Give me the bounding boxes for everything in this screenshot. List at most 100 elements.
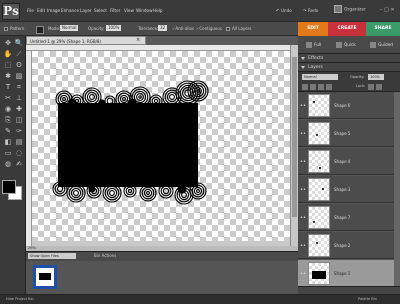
crop-icon[interactable]: ⌗	[14, 82, 24, 92]
zoom-icon[interactable]: 🔍	[14, 38, 24, 48]
menu-filter[interactable]: Filter	[110, 8, 120, 13]
tolerance-input[interactable]: 32	[158, 25, 168, 31]
scroll-thumb[interactable]	[292, 57, 297, 217]
menu-file[interactable]: File	[27, 8, 34, 13]
gradient-icon[interactable]: ▤	[14, 137, 24, 147]
tab-create[interactable]: CREATE	[328, 22, 366, 36]
menu-layer[interactable]: Layer	[80, 8, 92, 13]
straighten-icon[interactable]: ⊥	[14, 93, 24, 103]
pattern-swatch[interactable]	[36, 26, 44, 34]
lock-transparency-icon[interactable]	[368, 84, 374, 90]
lock-all-icon[interactable]	[376, 84, 382, 90]
marquee-icon[interactable]: ⬚	[3, 60, 13, 70]
layer-thumbnail	[308, 262, 330, 285]
lasso-icon[interactable]: ʘ	[14, 60, 24, 70]
undo-button[interactable]: ↶ Undo	[276, 8, 292, 13]
pattern-checkbox[interactable]	[4, 27, 8, 31]
hand-icon[interactable]: ✋	[3, 49, 13, 59]
brush-icon[interactable]: ✎	[3, 126, 13, 136]
visibility-eye-icon[interactable]: ••	[300, 103, 306, 109]
tolerance-label: Tolerance:	[138, 26, 159, 31]
type-icon[interactable]: T	[3, 82, 13, 92]
close-document-icon[interactable]: ×	[136, 37, 140, 43]
vertical-scrollbar[interactable]	[290, 45, 298, 246]
menu-select[interactable]: Select	[94, 8, 107, 13]
opacity-label: Opacity:	[88, 26, 105, 31]
clone-stamp-icon[interactable]: ⎘	[3, 115, 13, 125]
move-icon[interactable]: ✥	[3, 38, 13, 48]
visibility-eye-icon[interactable]: ••	[300, 243, 306, 249]
shape-icon[interactable]: ▭	[3, 148, 13, 158]
layer-thumbnail	[308, 234, 330, 257]
document-tab[interactable]: Untitled-1 @ 29% (Shape 1, RGB/8)	[26, 36, 146, 45]
layer-opacity-input[interactable]: 100%	[368, 74, 384, 80]
image-canvas[interactable]	[32, 51, 290, 241]
adjustment-layer-icon[interactable]	[310, 84, 316, 90]
tab-share[interactable]: SHARE	[366, 22, 400, 36]
blend-mode-dropdown[interactable]: Normal	[302, 74, 338, 80]
visibility-eye-icon[interactable]: ••	[300, 271, 306, 277]
layer-row[interactable]: •• Shape 4	[298, 148, 400, 175]
organizer-button[interactable]: Organizer	[334, 5, 366, 13]
layer-row[interactable]: •• Shape 6	[298, 92, 400, 119]
layer-name: Shape 3	[334, 187, 351, 192]
sponge-icon[interactable]: ◍	[3, 159, 13, 169]
mode-guided-button[interactable]: Guided	[370, 42, 393, 48]
menu-enhance[interactable]: Enhance	[61, 8, 79, 13]
layer-row[interactable]: •• Shape 3	[298, 176, 400, 203]
layer-row[interactable]: •• Shape 5	[298, 120, 400, 147]
paint-bucket-icon[interactable]: ◧	[3, 137, 13, 147]
mode-full-button[interactable]: Full	[306, 42, 321, 48]
menu-help[interactable]: Help	[153, 8, 163, 13]
menu-image[interactable]: Image	[47, 8, 60, 13]
all-layers-option[interactable]: All Layers	[226, 26, 251, 31]
blur-icon[interactable]: ◌	[14, 148, 24, 158]
link-icon[interactable]	[318, 84, 324, 90]
new-layer-icon[interactable]	[302, 84, 308, 90]
foreground-color-swatch[interactable]	[2, 180, 16, 194]
menu-edit[interactable]: Edit	[37, 8, 45, 13]
smart-brush-icon[interactable]: ✑	[14, 126, 24, 136]
layer-row[interactable]: •• Shape 7	[298, 204, 400, 231]
panel-bin-footer	[298, 286, 400, 294]
layer-row[interactable]: •• Shape 1	[298, 260, 400, 287]
redo-button[interactable]: ↷ Redo	[303, 8, 318, 13]
open-file-thumbnail[interactable]	[33, 265, 57, 289]
window-controls[interactable]: – □ ✕	[380, 7, 395, 13]
bin-actions-menu[interactable]: Bin Actions	[94, 253, 116, 258]
effects-panel-header[interactable]: Effects	[298, 54, 400, 63]
palette-bin-button[interactable]: Palette Bin	[358, 297, 377, 301]
layers-panel-header[interactable]: Layers	[298, 63, 400, 72]
visibility-eye-icon[interactable]: ••	[300, 215, 306, 221]
magic-wand-icon[interactable]: ✱	[3, 71, 13, 81]
cookie-cutter-icon[interactable]: ✂	[3, 93, 13, 103]
show-open-files-dropdown[interactable]: Show Open Files	[28, 253, 76, 259]
antialias-option[interactable]: ✓Anti-alias	[172, 26, 194, 31]
visibility-eye-icon[interactable]: ••	[300, 159, 306, 165]
opacity-input[interactable]: 100%	[106, 25, 122, 31]
layers-scrollbar[interactable]	[394, 92, 400, 286]
menu-window[interactable]: Window	[136, 8, 153, 13]
eraser-icon[interactable]: ◫	[14, 115, 24, 125]
healing-brush-icon[interactable]: ✚	[14, 104, 24, 114]
eyedropper-icon[interactable]: ⟋	[14, 49, 24, 59]
mode-label: Mode:	[48, 26, 61, 31]
red-eye-icon[interactable]: ◉	[3, 104, 13, 114]
antialias-label: Anti-alias	[175, 26, 194, 31]
all-layers-label: All Layers	[232, 26, 252, 31]
all-layers-checkbox[interactable]	[226, 27, 230, 31]
menu-view[interactable]: View	[124, 8, 134, 13]
color-replace-icon[interactable]: ✍	[14, 159, 24, 169]
layer-name: Shape 1	[334, 271, 351, 276]
visibility-eye-icon[interactable]: ••	[300, 187, 306, 193]
selection-brush-icon[interactable]: ▨	[14, 71, 24, 81]
mode-select[interactable]: Normal	[60, 25, 79, 31]
pattern-option[interactable]: Pattern	[4, 26, 24, 31]
trash-icon[interactable]	[326, 84, 332, 90]
layer-row[interactable]: •• Shape 2	[298, 232, 400, 259]
tab-edit[interactable]: EDIT	[298, 22, 328, 36]
mode-quick-button[interactable]: Quick	[336, 42, 356, 48]
hide-project-bin-button[interactable]: Hide Project Bin	[6, 297, 34, 301]
contiguous-option[interactable]: ✓Contiguous	[196, 26, 222, 31]
visibility-eye-icon[interactable]: ••	[300, 131, 306, 137]
